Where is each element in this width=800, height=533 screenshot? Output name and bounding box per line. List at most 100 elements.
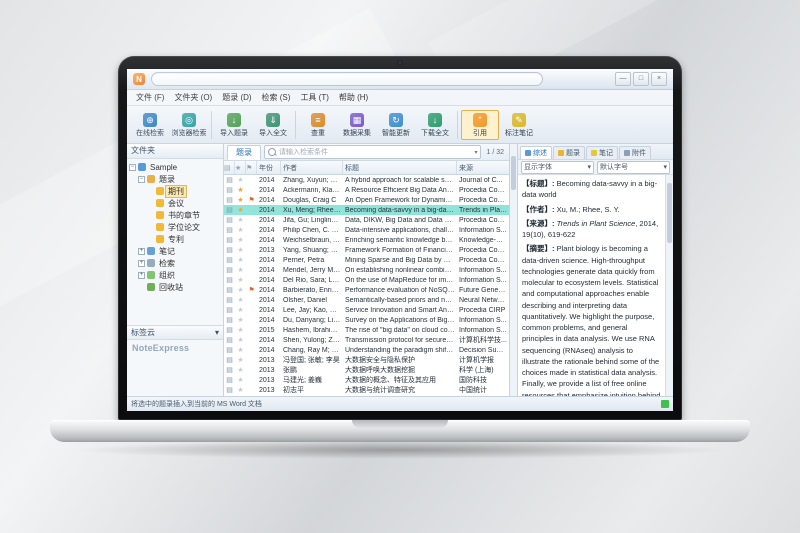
reference-row[interactable]: ▤★2014Del Rio, Sara; Lopez,...On the use… <box>224 275 509 285</box>
expander-icon[interactable]: − <box>129 164 136 171</box>
chevron-down-icon: ▾ <box>663 163 667 171</box>
reference-row[interactable]: ▤★2014Du, Danyang; Li, Aih...Survey on t… <box>224 315 509 325</box>
reference-row[interactable]: ▤★⚑2014Douglas, Craig CAn Open Framework… <box>224 195 509 205</box>
menu-item[interactable]: 工具 (T) <box>295 92 333 103</box>
field-label: 【作者】: <box>522 205 557 214</box>
column-header-title[interactable]: 标题 <box>343 161 457 174</box>
expander-icon[interactable]: − <box>138 176 145 183</box>
cite-button[interactable]: “引用 <box>461 110 499 140</box>
detail-scrollbar[interactable] <box>665 175 673 396</box>
recycle-icon <box>147 283 155 291</box>
tree-item-organize[interactable]: + 组织 <box>127 269 223 281</box>
import-fulltext-button[interactable]: ⇓导入全文 <box>254 110 292 140</box>
expander-icon[interactable]: + <box>138 272 145 279</box>
font-family-select[interactable]: 显示字体 ▾ <box>521 161 594 174</box>
menu-item[interactable]: 文件 (F) <box>131 92 169 103</box>
year-cell: 2014 <box>257 307 281 314</box>
column-header-src[interactable]: 来源 <box>457 161 509 174</box>
tree-item-journal[interactable]: 期刊 <box>127 185 223 197</box>
reference-row[interactable]: ▤★2013张鹏大数据呼唤大数据挖掘科学 (上海) <box>224 365 509 375</box>
list-search-input[interactable]: 请输入检索条件 ▾ <box>264 145 481 159</box>
star-icon: ★ <box>235 196 246 204</box>
menu-item[interactable]: 帮助 (H) <box>334 92 373 103</box>
expander-icon[interactable]: + <box>138 248 145 255</box>
tree-item-search[interactable]: +检索 <box>127 257 223 269</box>
year-cell: 2014 <box>257 237 281 244</box>
tree-item-notes[interactable]: +笔记 <box>127 245 223 257</box>
reference-row[interactable]: ▤★2014Xu, Meng; Rhee, Se...Becoming data… <box>224 205 509 215</box>
tree-item-book-chapter[interactable]: 书的章节 <box>127 209 223 221</box>
reference-row[interactable]: ▤★2013马建光; 姜巍大数据的概念、特征及其应用国防科技 <box>224 375 509 385</box>
reference-row[interactable]: ▤★2014Weichselbraun, A.; G...Enriching s… <box>224 235 509 245</box>
reference-row[interactable]: ▤★2014Philip Chen, C. L.; Zh...Data-inte… <box>224 225 509 235</box>
reference-row[interactable]: ▤★2014Mendel, Jerry M; Kor...On establis… <box>224 265 509 275</box>
scrollbar-thumb[interactable] <box>511 156 516 190</box>
expander-icon[interactable]: + <box>138 260 145 267</box>
reference-row[interactable]: ▤★2014Olsher, DanielSemantically-based p… <box>224 295 509 305</box>
reference-row[interactable]: ▤★2014Zhang, Xuyun; Liu,...A hybrid appr… <box>224 175 509 185</box>
column-header-auth[interactable]: 作者 <box>281 161 343 174</box>
quick-search-input[interactable] <box>151 72 543 86</box>
dedupe-button[interactable]: ≡查重 <box>299 110 337 140</box>
reference-row[interactable]: ▤★2013初志平大数据与统计调查研究中国统计 <box>224 385 509 395</box>
import-records-button[interactable]: ↓导入题录 <box>215 110 253 140</box>
attachment-column-icon[interactable]: ▤ <box>224 161 235 174</box>
detail-panel: 综述题录笔记附件 显示字体 ▾ 默认字号 ▾ 【标题】: Becoming da… <box>518 144 673 396</box>
source-cell: Neural Netwo... <box>457 297 509 304</box>
annotate-note-button[interactable]: ✎标注笔记 <box>500 110 538 140</box>
smart-update-button[interactable]: ↻智能更新 <box>377 110 415 140</box>
toolbar-separator <box>211 111 212 139</box>
tree-item-conference[interactable]: 会议 <box>127 197 223 209</box>
browser-search-button[interactable]: ◎浏览器检索 <box>170 110 208 140</box>
year-cell: 2014 <box>257 347 281 354</box>
maximize-button[interactable]: □ <box>633 72 649 86</box>
tree-item-thesis[interactable]: 学位论文 <box>127 221 223 233</box>
menu-item[interactable]: 文件夹 (O) <box>169 92 217 103</box>
reference-row[interactable]: ▤★2014Chang, Ray M; Kauf...Understanding… <box>224 345 509 355</box>
toolbar-button-label: 引用 <box>473 128 487 138</box>
reference-row[interactable]: ▤★2014Lee, Jay; Kao, Hung-...Service Inn… <box>224 305 509 315</box>
record-type-icon: ▤ <box>224 326 235 334</box>
reference-row[interactable]: ▤★2014Jifa, Gu; Lingling, Zh...Data, DIK… <box>224 215 509 225</box>
reference-row[interactable]: ▤★2014Ackermann, Klaus; A...A Resource E… <box>224 185 509 195</box>
tree-item-patent[interactable]: 专利 <box>127 233 223 245</box>
star-icon: ★ <box>235 206 246 214</box>
reference-row[interactable]: ▤★2014Perner, PetraMining Sparse and Big… <box>224 255 509 265</box>
flag-column-icon[interactable]: ⚑ <box>246 161 257 174</box>
summary-tab-icon <box>525 150 531 156</box>
field-label: 【标题】: <box>522 179 557 188</box>
reference-row[interactable]: ▤★2014Shen, Yulong; Zhan...Transmission … <box>224 335 509 345</box>
star-column-icon[interactable]: ★ <box>235 161 246 174</box>
source-cell: Information S... <box>457 317 509 324</box>
reference-row[interactable]: ▤★2013Yang, Shuang; Guo, ...Framework Fo… <box>224 245 509 255</box>
scrollbar-thumb[interactable] <box>667 183 672 243</box>
chevron-down-icon[interactable]: ▾ <box>474 149 477 156</box>
tree-item-recycle[interactable]: 回收站 <box>127 281 223 293</box>
online-search-button[interactable]: ⊕在线检索 <box>131 110 169 140</box>
tree-item-sample[interactable]: −Sample <box>127 161 223 173</box>
menu-item[interactable]: 题录 (D) <box>217 92 256 103</box>
author-cell: 马建光; 姜巍 <box>281 375 343 385</box>
reference-row[interactable]: ▤★2013冯登国; 张敏; 李昊大数据安全与隐私保护计算机学报 <box>224 355 509 365</box>
menu-item[interactable]: 检索 (S) <box>257 92 296 103</box>
column-header-year[interactable]: 年份 <box>257 161 281 174</box>
tag-cloud-bar[interactable]: 标签云 ▾ <box>127 325 223 340</box>
font-size-select[interactable]: 默认字号 ▾ <box>597 161 670 174</box>
tree-item-label: 组织 <box>157 270 177 281</box>
author-cell: Hashem, Ibrahim Ab... <box>281 327 343 334</box>
list-scrollbar[interactable] <box>510 144 518 396</box>
annotate-note-icon: ✎ <box>512 113 526 127</box>
source-cell: Future Genera... <box>457 287 509 294</box>
reference-row[interactable]: ▤★2015Hashem, Ibrahim Ab...The rise of "… <box>224 325 509 335</box>
detail-tab-note[interactable]: 笔记 <box>586 146 618 159</box>
minimize-button[interactable]: — <box>615 72 631 86</box>
close-button[interactable]: × <box>651 72 667 86</box>
tab-references[interactable]: 题录 <box>227 145 261 160</box>
detail-tab-attachment[interactable]: 附件 <box>619 146 651 159</box>
data-collect-button[interactable]: ▦数据采集 <box>338 110 376 140</box>
detail-tab-summary[interactable]: 综述 <box>520 146 552 159</box>
download-fulltext-button[interactable]: ↓下载全文 <box>416 110 454 140</box>
detail-tab-record[interactable]: 题录 <box>553 146 585 159</box>
tree-item-records[interactable]: −题录 <box>127 173 223 185</box>
reference-row[interactable]: ▤★⚑2014Barbierato, Enrico; G...Performan… <box>224 285 509 295</box>
